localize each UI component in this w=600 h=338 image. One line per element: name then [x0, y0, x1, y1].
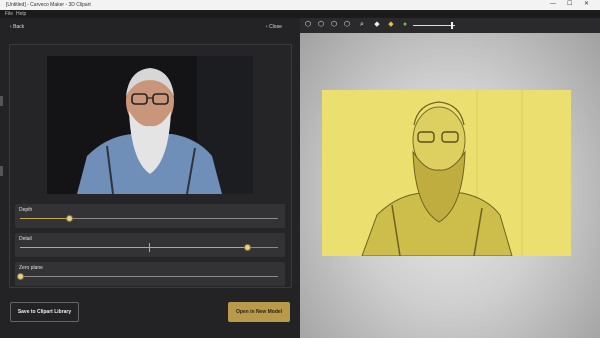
depth-fill — [20, 218, 69, 219]
zero-plane-label: Zero plane — [19, 265, 43, 271]
zero-plane-track[interactable] — [17, 273, 278, 280]
close-button[interactable]: ‹ Close — [266, 24, 282, 30]
cube-top-icon[interactable]: ⬡ — [343, 21, 351, 29]
relief-preview — [322, 90, 571, 256]
cube-iso-icon[interactable]: ⬡ — [304, 21, 312, 29]
zoom-slider-track[interactable] — [413, 25, 455, 26]
detail-label: Detail — [19, 236, 32, 242]
detail-slider-box: Detail — [15, 233, 285, 257]
layer-icon[interactable]: ◆ — [373, 21, 381, 29]
back-button[interactable]: ‹ Back — [10, 24, 24, 30]
zero-plane-slider-box: Zero plane — [15, 262, 285, 286]
detail-fill — [20, 247, 247, 248]
menu-file[interactable]: File — [5, 11, 13, 17]
detail-handle[interactable] — [244, 244, 251, 251]
zoom-slider-handle[interactable] — [451, 22, 453, 29]
zero-plane-handle[interactable] — [17, 273, 24, 280]
cube-side-icon[interactable]: ⬡ — [330, 21, 338, 29]
layer-gold-icon[interactable]: ◆ — [387, 21, 395, 29]
side-handle[interactable] — [0, 96, 3, 106]
cube-front-icon[interactable]: ⬡ — [317, 21, 325, 29]
depth-slider-box: Depth — [15, 204, 285, 228]
title-bar: [Untitled] - Carveco Maker - 3D Clipart … — [0, 0, 600, 10]
minimize-button[interactable]: — — [550, 1, 556, 8]
menu-help[interactable]: Help — [16, 11, 26, 17]
close-label: Close — [269, 24, 282, 30]
save-to-library-button[interactable]: Save to Clipart Library — [10, 302, 79, 322]
depth-label: Depth — [19, 207, 33, 213]
zoom-icon[interactable]: ⌕ — [358, 21, 366, 29]
open-in-new-model-button[interactable]: Open in New Model — [228, 302, 290, 322]
depth-track[interactable] — [20, 215, 278, 222]
maximize-button[interactable]: ☐ — [567, 1, 572, 8]
window-title: [Untitled] - Carveco Maker - 3D Clipart — [6, 2, 91, 8]
source-photo — [47, 56, 253, 194]
back-label: Back — [13, 24, 25, 30]
relief-image — [322, 90, 571, 256]
detail-track[interactable] — [20, 243, 278, 252]
material-icon[interactable]: ● — [401, 21, 409, 29]
close-window-button[interactable]: ✕ — [584, 1, 589, 8]
side-handle[interactable] — [0, 166, 3, 176]
portrait-image — [47, 56, 253, 194]
depth-handle[interactable] — [66, 215, 73, 222]
menu-bar: File Help — [0, 10, 600, 18]
